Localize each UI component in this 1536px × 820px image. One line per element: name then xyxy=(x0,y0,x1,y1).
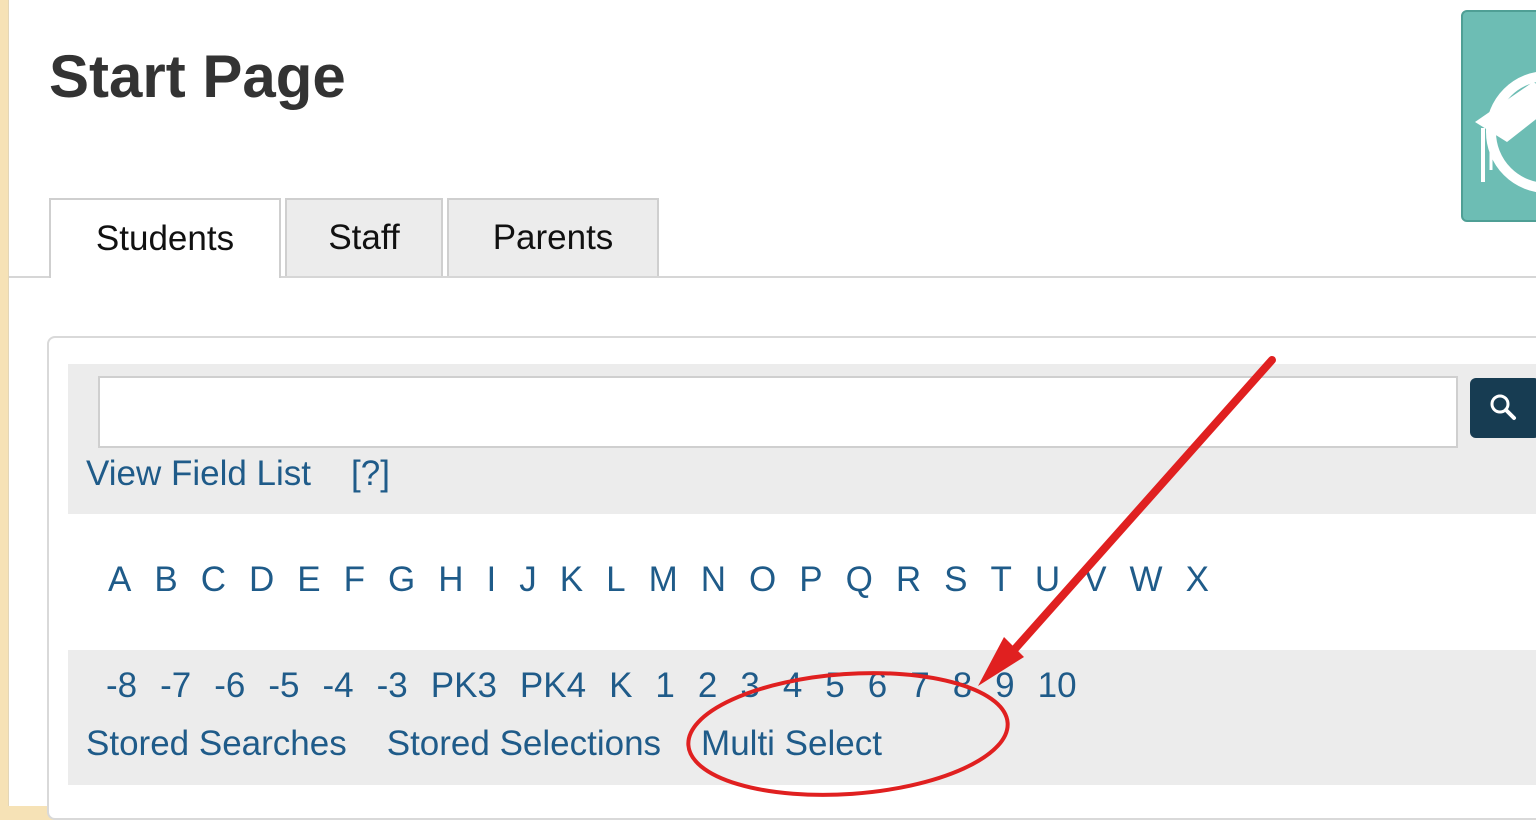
letter-link[interactable]: C xyxy=(201,560,226,600)
letter-link[interactable]: X xyxy=(1186,560,1209,600)
tab-students[interactable]: Students xyxy=(49,198,281,278)
saved-filters-row: Stored Searches Stored Selections Multi Se… xyxy=(86,724,882,764)
grade-link[interactable]: 2 xyxy=(698,666,717,706)
grade-link[interactable]: -8 xyxy=(106,666,137,706)
alphabet-filter: ABCDEFGHIJKLMNOPQRSTUVWX xyxy=(108,560,1232,600)
letter-link[interactable]: F xyxy=(344,560,365,600)
graduation-cap-logo xyxy=(1461,10,1536,222)
letter-link[interactable]: A xyxy=(108,560,131,600)
grade-link[interactable]: 8 xyxy=(953,666,972,706)
search-button[interactable] xyxy=(1470,378,1536,438)
grade-link[interactable]: -3 xyxy=(377,666,408,706)
letter-link[interactable]: O xyxy=(749,560,776,600)
letter-link[interactable]: L xyxy=(606,560,625,600)
letter-link[interactable]: T xyxy=(991,560,1012,600)
grade-link[interactable]: 4 xyxy=(783,666,802,706)
page-title: Start Page xyxy=(49,43,346,110)
letter-link[interactable]: R xyxy=(896,560,921,600)
letter-link[interactable]: P xyxy=(799,560,822,600)
letter-link[interactable]: G xyxy=(388,560,415,600)
grade-link[interactable]: 1 xyxy=(655,666,674,706)
letter-link[interactable]: I xyxy=(487,560,497,600)
grade-link[interactable]: 7 xyxy=(910,666,929,706)
grade-link[interactable]: PK4 xyxy=(520,666,586,706)
stored-searches-link[interactable]: Stored Searches xyxy=(86,724,347,763)
grade-link[interactable]: -6 xyxy=(214,666,245,706)
grade-link[interactable]: 5 xyxy=(825,666,844,706)
grade-link[interactable]: 10 xyxy=(1038,666,1077,706)
multi-select-link[interactable]: Multi Select xyxy=(701,724,882,763)
grade-link[interactable]: 3 xyxy=(740,666,759,706)
letter-link[interactable]: S xyxy=(944,560,967,600)
grade-link[interactable]: 6 xyxy=(868,666,887,706)
field-list-row: View Field List [?] xyxy=(86,454,390,494)
letter-link[interactable]: E xyxy=(297,560,320,600)
letter-link[interactable]: U xyxy=(1035,560,1060,600)
tab-staff[interactable]: Staff xyxy=(285,198,443,276)
grade-link[interactable]: PK3 xyxy=(431,666,497,706)
letter-link[interactable]: V xyxy=(1083,560,1106,600)
tab-parents[interactable]: Parents xyxy=(447,198,659,276)
stored-selections-link[interactable]: Stored Selections xyxy=(387,724,661,763)
magnifier-icon xyxy=(1490,394,1516,420)
letter-link[interactable]: M xyxy=(649,560,678,600)
grade-link[interactable]: -5 xyxy=(268,666,299,706)
grade-link[interactable]: K xyxy=(609,666,632,706)
help-link[interactable]: [?] xyxy=(351,454,390,493)
grade-link[interactable]: -7 xyxy=(160,666,191,706)
view-field-list-link[interactable]: View Field List xyxy=(86,454,311,493)
letter-link[interactable]: J xyxy=(519,560,537,600)
letter-link[interactable]: B xyxy=(154,560,177,600)
letter-link[interactable]: Q xyxy=(846,560,873,600)
letter-link[interactable]: W xyxy=(1130,560,1163,600)
letter-link[interactable]: K xyxy=(560,560,583,600)
grade-link[interactable]: 9 xyxy=(995,666,1014,706)
student-search-input[interactable] xyxy=(98,376,1458,448)
letter-link[interactable]: N xyxy=(701,560,726,600)
letter-link[interactable]: H xyxy=(438,560,463,600)
grade-link[interactable]: -4 xyxy=(323,666,354,706)
letter-link[interactable]: D xyxy=(249,560,274,600)
grade-filter: -8 -7 -6 -5 -4 -3 PK3 PK4 K 1 2 3 4 5 6 7 8 9 10 xyxy=(106,666,1100,706)
